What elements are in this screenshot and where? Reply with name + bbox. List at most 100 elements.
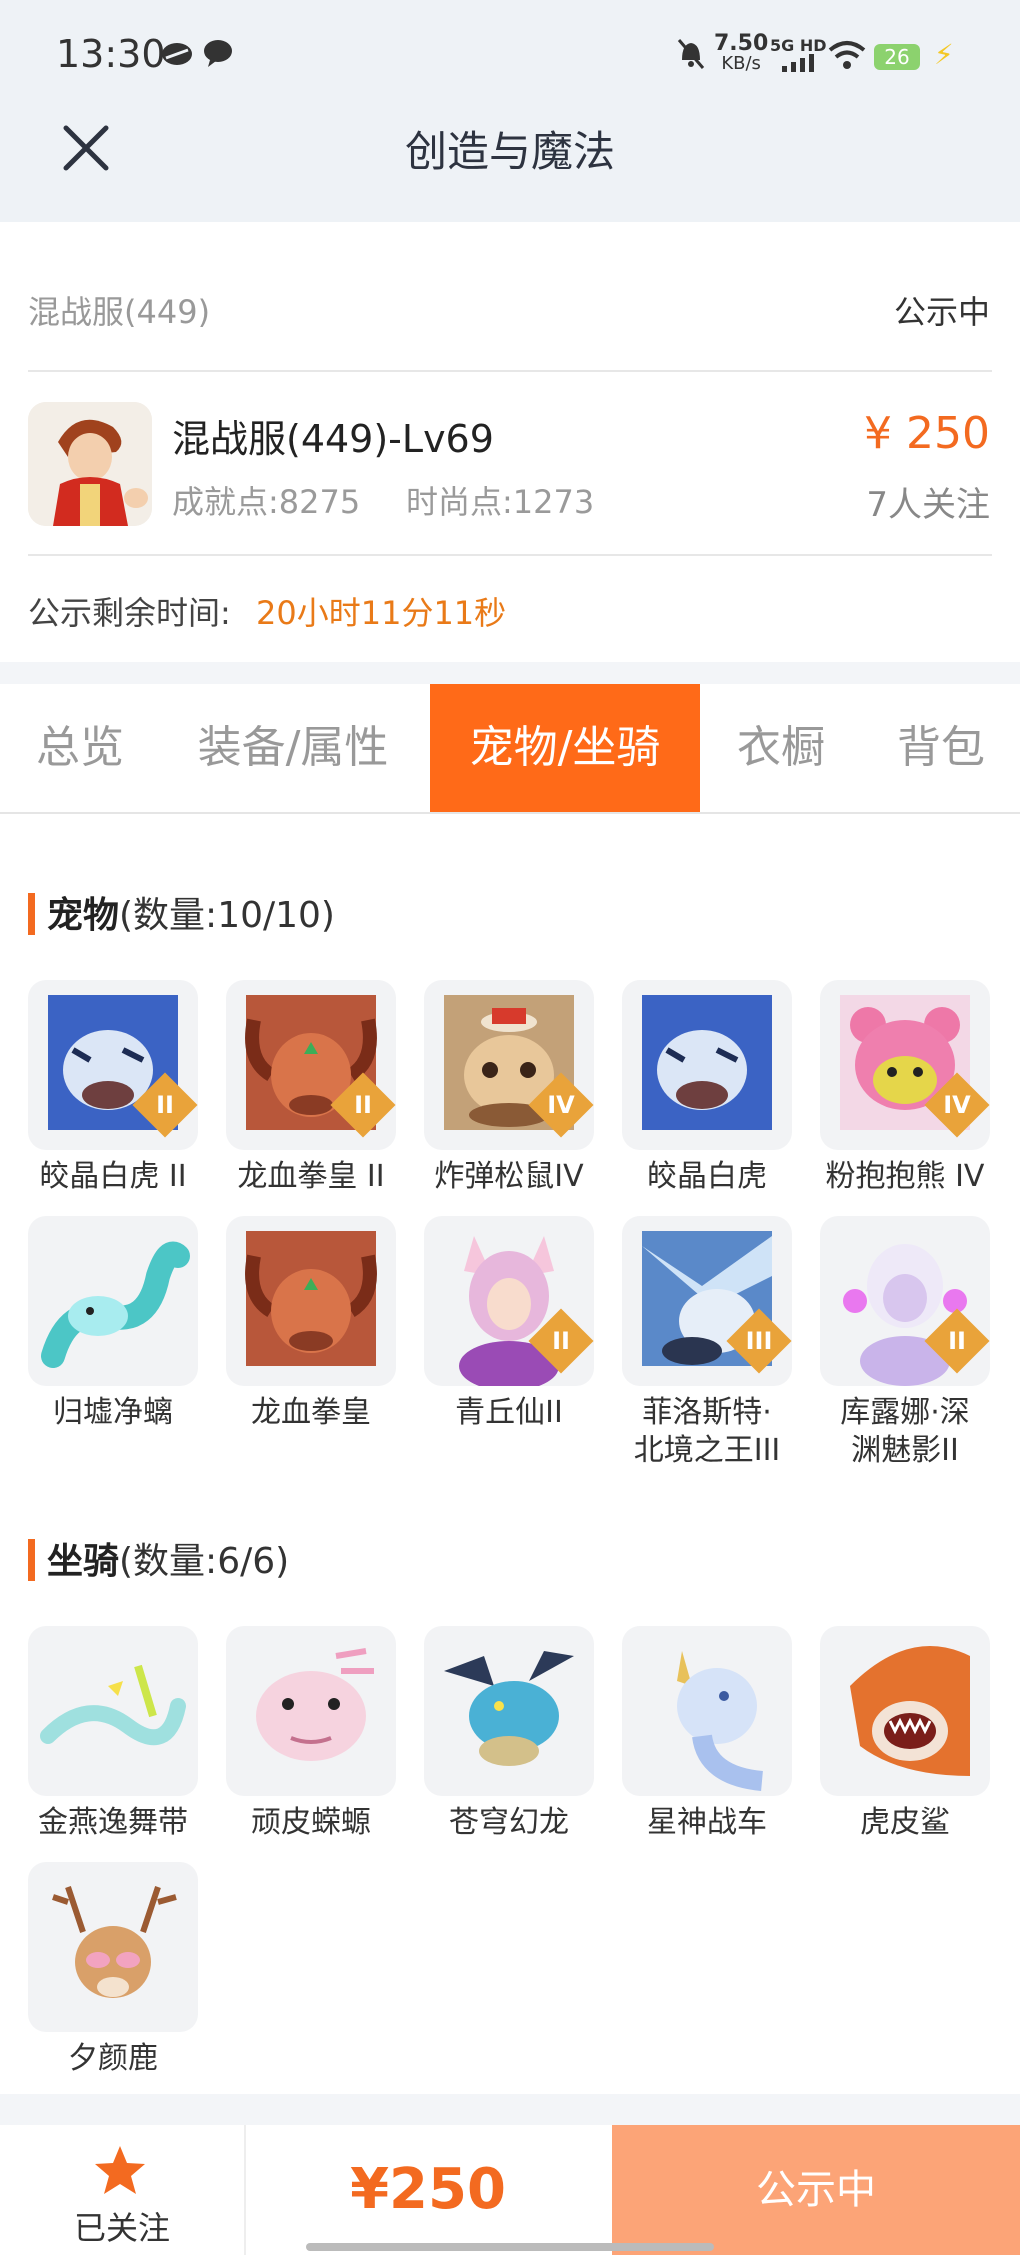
signal-icon [782, 54, 814, 72]
bomb-squirrel-icon: IV [424, 980, 594, 1150]
fox-fairy-icon: II [424, 1216, 594, 1386]
charging-icon: ⚡ [934, 38, 954, 71]
remaining-time-label: 公示剩余时间: [28, 594, 231, 632]
section-accent-bar [28, 893, 35, 935]
pet-item[interactable]: 龙血拳皇 [226, 1216, 396, 1432]
status-action-button[interactable]: 公示中 [612, 2125, 1020, 2255]
rank-label: II [948, 1327, 966, 1355]
pet-item[interactable]: IV 炸弹松鼠IV [424, 980, 594, 1196]
star-icon [95, 2146, 145, 2194]
rank-label: II [156, 1091, 174, 1119]
app-notification-icon [162, 43, 192, 65]
status-bar: 13:30 7.50 KB/s 5G HD 26 ⚡ [0, 0, 1020, 110]
mount-name: 星神战车 [647, 1805, 767, 1840]
rank-badge: II [132, 1072, 198, 1138]
pet-item[interactable]: II 龙血拳皇 II [226, 980, 396, 1196]
mount-item[interactable]: 苍穹幻龙 [424, 1626, 594, 1842]
rank-label: III [745, 1327, 773, 1355]
pet-item[interactable]: III 菲洛斯特· 北境之王III [622, 1216, 792, 1470]
white-tiger-icon: II [28, 980, 198, 1150]
price: ¥ 250 [864, 408, 990, 459]
rank-badge: IV [924, 1072, 990, 1138]
dragon-blood-boxer-icon [226, 1216, 396, 1386]
divider [28, 554, 992, 556]
mount-name: 夕颜鹿 [68, 2041, 158, 2076]
pets-count: (数量:10/10) [119, 895, 335, 936]
tab-bag[interactable]: 背包 [862, 684, 1020, 812]
pet-name: 青丘仙II [455, 1395, 563, 1430]
pet-item[interactable]: II 青丘仙II [424, 1216, 594, 1432]
page-title: 创造与魔法 [404, 127, 615, 176]
pet-name: 皎晶白虎 II [39, 1159, 187, 1194]
dragon-blood-boxer-icon: II [226, 980, 396, 1150]
mount-item[interactable]: 顽皮蝾螈 [226, 1626, 396, 1842]
pet-name: 粉抱抱熊 IV [825, 1159, 985, 1194]
follow-label: 已关注 [73, 2209, 170, 2247]
pet-item[interactable]: 皎晶白虎 [622, 980, 792, 1196]
fashion-points: 时尚点:1273 [406, 483, 595, 521]
water-dragon-icon [28, 1216, 198, 1386]
rank-label: II [354, 1091, 372, 1119]
pets-mounts-panel: 宠物(数量:10/10) II 皎晶白虎 II II 龙血拳皇 II IV 炸弹… [0, 814, 1020, 2094]
battery-indicator: 26 [874, 44, 920, 70]
mount-item[interactable]: 金燕逸舞带 [28, 1626, 198, 1842]
pet-name: 炸弹松鼠IV [434, 1159, 584, 1194]
rank-label: II [552, 1327, 570, 1355]
pet-name: 皎晶白虎 [647, 1159, 767, 1194]
tab-pets-mounts[interactable]: 宠物/坐骑 [430, 684, 700, 812]
remaining-time-value: 20小时11分11秒 [256, 594, 507, 632]
tab-overview[interactable]: 总览 [0, 684, 160, 812]
tab-equipment[interactable]: 装备/属性 [168, 684, 418, 812]
message-icon [204, 40, 232, 67]
top-bar: 13:30 7.50 KB/s 5G HD 26 ⚡ 创造与魔法 [0, 0, 1020, 222]
rank-badge: II [924, 1308, 990, 1374]
mount-name: 顽皮蝾螈 [251, 1805, 371, 1840]
mount-name: 苍穹幻龙 [449, 1805, 569, 1840]
mount-item[interactable]: 虎皮鲨 [820, 1626, 990, 1842]
star-chariot-icon [622, 1626, 792, 1796]
sky-dragon-icon [424, 1626, 594, 1796]
bottom-price: ¥250 [350, 2157, 506, 2222]
tab-wardrobe[interactable]: 衣橱 [708, 684, 854, 812]
account-info-card: 混战服(449) 公示中 混战服(449)-Lv69 成就点:8275 时尚点:… [0, 222, 1020, 662]
pet-item[interactable]: 归墟净螭 [28, 1216, 198, 1432]
pet-item[interactable]: II 库露娜·深 渊魅影II [820, 1216, 990, 1470]
rank-badge: II [330, 1072, 396, 1138]
follow-button[interactable]: 已关注 [0, 2125, 246, 2255]
pink-bear-icon: IV [820, 980, 990, 1150]
net-speed-value: 7.50 [714, 31, 769, 56]
pet-name: 库露娜·深 渊魅影II [840, 1395, 970, 1468]
net-speed-unit: KB/s [721, 53, 761, 74]
mount-name: 金燕逸舞带 [38, 1805, 188, 1840]
tab-bar: 总览 装备/属性 宠物/坐骑 衣橱 背包 [0, 684, 1020, 814]
rank-badge: III [726, 1308, 792, 1374]
network-type: 5G HD [770, 36, 827, 55]
pet-name: 龙血拳皇 II [237, 1159, 385, 1194]
server-name: 混战服(449) [28, 293, 211, 331]
white-tiger-icon [622, 980, 792, 1150]
achievement-points: 成就点:8275 [172, 483, 361, 521]
north-king-icon: III [622, 1216, 792, 1386]
rank-badge: II [528, 1308, 594, 1374]
pet-name: 归墟净螭 [53, 1395, 173, 1430]
mount-item[interactable]: 夕颜鹿 [28, 1862, 198, 2078]
wifi-icon [828, 41, 866, 69]
mute-icon [677, 39, 705, 69]
mount-item[interactable]: 星神战车 [622, 1626, 792, 1842]
section-accent-bar [28, 1539, 35, 1581]
pet-item[interactable]: II 皎晶白虎 II [28, 980, 198, 1196]
rank-badge: IV [528, 1072, 594, 1138]
rank-label: IV [547, 1091, 575, 1119]
pet-item[interactable]: IV 粉抱抱熊 IV [820, 980, 990, 1196]
golden-swallow-icon [28, 1626, 198, 1796]
mounts-count: (数量:6/6) [119, 1541, 290, 1582]
pets-title: 宠物 [47, 895, 120, 936]
pet-name: 菲洛斯特· 北境之王III [633, 1395, 781, 1468]
tiger-shark-icon [820, 1626, 990, 1796]
mounts-title: 坐骑 [47, 1541, 120, 1582]
character-avatar [28, 402, 152, 526]
rank-label: IV [943, 1091, 971, 1119]
deer-icon [28, 1862, 198, 2032]
status-time: 13:30 [56, 32, 166, 76]
home-indicator[interactable] [306, 2243, 714, 2251]
